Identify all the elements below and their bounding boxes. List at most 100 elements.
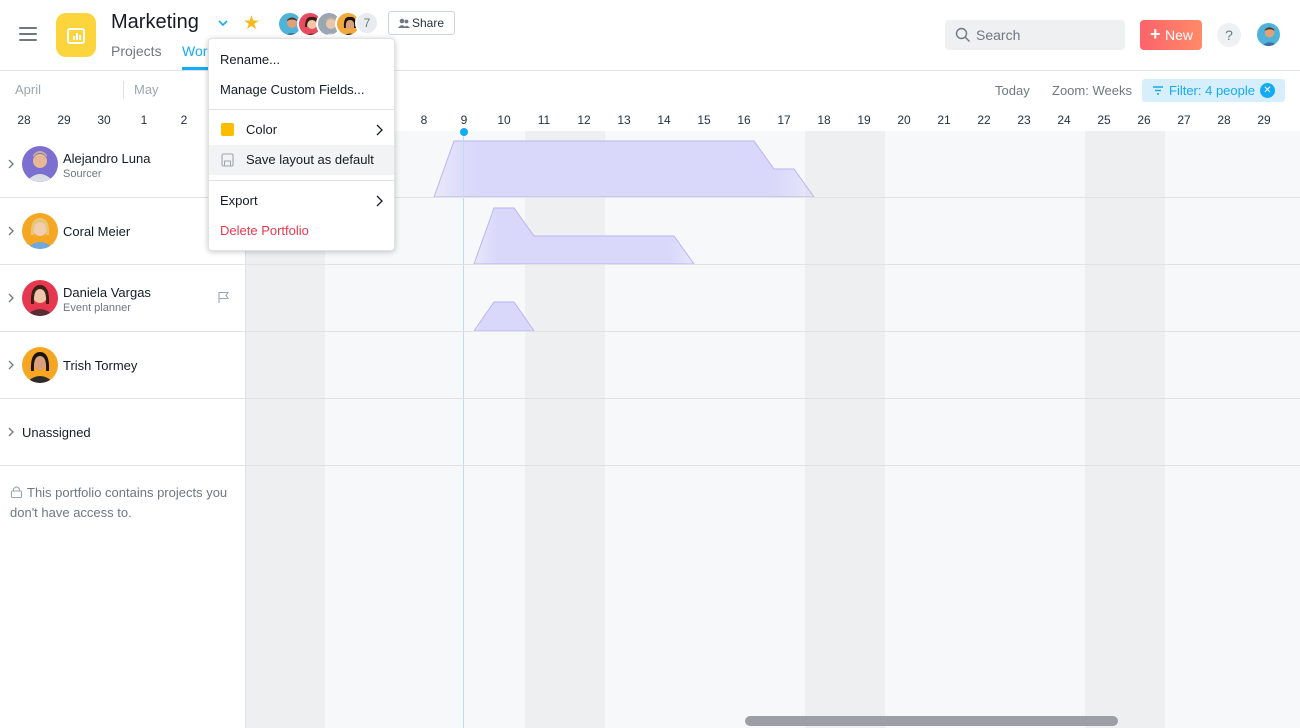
search-input[interactable]: Search: [945, 20, 1125, 50]
share-button[interactable]: Share: [388, 11, 455, 35]
hamburger-icon[interactable]: [19, 27, 37, 41]
filter-label: Filter: 4 people: [1169, 83, 1255, 98]
person-role: Event planner: [63, 302, 131, 314]
menu-divider: [209, 180, 394, 181]
today-line: [463, 131, 464, 728]
month-label: April: [15, 82, 42, 97]
tab-projects[interactable]: Projects: [111, 43, 162, 59]
row-divider: [0, 465, 1300, 466]
today-button[interactable]: Today: [995, 83, 1030, 98]
chevron-right-icon: [376, 124, 383, 136]
day-label: 25: [1097, 113, 1111, 127]
person-name: Trish Tormey: [63, 358, 138, 373]
person-row[interactable]: Daniela Vargas Event planner: [0, 265, 245, 332]
menu-item-label: Export: [220, 193, 258, 208]
menu-item-label: Save layout as default: [246, 152, 374, 167]
menu-item-color[interactable]: Color: [209, 115, 394, 145]
member-count-badge[interactable]: 7: [355, 11, 379, 35]
lock-icon: [10, 486, 23, 498]
active-tab-indicator: [182, 67, 208, 70]
horizontal-scrollbar[interactable]: [745, 716, 1118, 726]
avatar: [22, 213, 58, 249]
menu-item-export[interactable]: Export: [209, 186, 394, 216]
day-label: 22: [977, 113, 991, 127]
new-button[interactable]: + New: [1140, 20, 1202, 50]
day-label: 12: [577, 113, 591, 127]
day-label: 30: [97, 113, 111, 127]
search-placeholder: Search: [976, 27, 1021, 43]
expand-icon[interactable]: [7, 427, 15, 437]
person-name: Unassigned: [22, 425, 91, 440]
day-label: 24: [1057, 113, 1071, 127]
filter-icon: [1153, 86, 1163, 95]
day-label: 16: [737, 113, 751, 127]
zoom-selector[interactable]: Zoom: Weeks: [1052, 83, 1132, 98]
person-name: Daniela Vargas: [63, 285, 151, 300]
search-icon: [955, 27, 970, 42]
day-label: 27: [1177, 113, 1191, 127]
today-marker: [460, 128, 468, 136]
day-label: 9: [460, 113, 468, 127]
day-label: 19: [857, 113, 871, 127]
access-note-text: This portfolio contains projects you don…: [10, 485, 228, 520]
row-divider: [0, 331, 1300, 332]
day-label: 29: [1257, 113, 1271, 127]
day-label: 13: [617, 113, 631, 127]
person-row[interactable]: Trish Tormey: [0, 332, 245, 399]
chevron-down-icon[interactable]: [216, 16, 230, 30]
new-label: New: [1165, 27, 1194, 43]
month-divider: [123, 81, 124, 99]
day-label: 15: [697, 113, 711, 127]
close-icon[interactable]: ✕: [1260, 83, 1275, 98]
page-title: Marketing: [111, 11, 199, 33]
day-label: 14: [657, 113, 671, 127]
day-label: 21: [937, 113, 951, 127]
expand-icon[interactable]: [7, 360, 15, 370]
save-icon: [221, 153, 234, 167]
help-button[interactable]: ?: [1217, 23, 1241, 47]
filter-chip[interactable]: Filter: 4 people ✕: [1142, 79, 1285, 102]
row-divider: [0, 398, 1300, 399]
menu-item-rename[interactable]: Rename...: [209, 45, 394, 75]
plus-icon: +: [1150, 24, 1161, 44]
day-label: 8: [420, 113, 428, 127]
workload-bar-alejandro[interactable]: [433, 140, 815, 198]
day-label: 18: [817, 113, 831, 127]
day-label: 20: [897, 113, 911, 127]
avatar: [22, 146, 58, 182]
day-label: 23: [1017, 113, 1031, 127]
flag-icon[interactable]: [217, 291, 230, 304]
person-name: Alejandro Luna: [63, 151, 151, 166]
workload-bar-daniela[interactable]: [473, 301, 535, 332]
day-label: 2: [180, 113, 188, 127]
day-label: 10: [497, 113, 511, 127]
menu-item-delete[interactable]: Delete Portfolio: [209, 216, 394, 246]
unassigned-row[interactable]: Unassigned: [0, 399, 245, 466]
menu-item-label: Color: [246, 122, 278, 137]
workload-chart: [433, 140, 815, 332]
avatar: [22, 347, 58, 383]
expand-icon[interactable]: [7, 293, 15, 303]
chevron-right-icon: [376, 195, 383, 207]
avatar: [22, 280, 58, 316]
portfolio-menu: Rename... Manage Custom Fields... Color …: [208, 38, 395, 251]
day-label: 28: [1217, 113, 1231, 127]
day-label: 26: [1137, 113, 1151, 127]
menu-divider: [209, 109, 394, 110]
workload-bar-coral[interactable]: [473, 207, 695, 265]
share-label: Share: [412, 16, 445, 30]
person-name: Coral Meier: [63, 224, 131, 239]
day-label: 1: [140, 113, 148, 127]
row-divider: [0, 197, 1300, 198]
day-label: 28: [17, 113, 31, 127]
user-avatar[interactable]: [1256, 22, 1281, 47]
day-label: 17: [777, 113, 791, 127]
menu-item-save-layout[interactable]: Save layout as default: [209, 145, 394, 175]
menu-item-custom-fields[interactable]: Manage Custom Fields...: [209, 75, 394, 105]
day-label: 29: [57, 113, 71, 127]
expand-icon[interactable]: [7, 226, 15, 236]
expand-icon[interactable]: [7, 159, 15, 169]
portfolio-icon: [56, 13, 96, 57]
person-role: Sourcer: [63, 168, 102, 180]
star-icon[interactable]: ★: [243, 12, 260, 35]
